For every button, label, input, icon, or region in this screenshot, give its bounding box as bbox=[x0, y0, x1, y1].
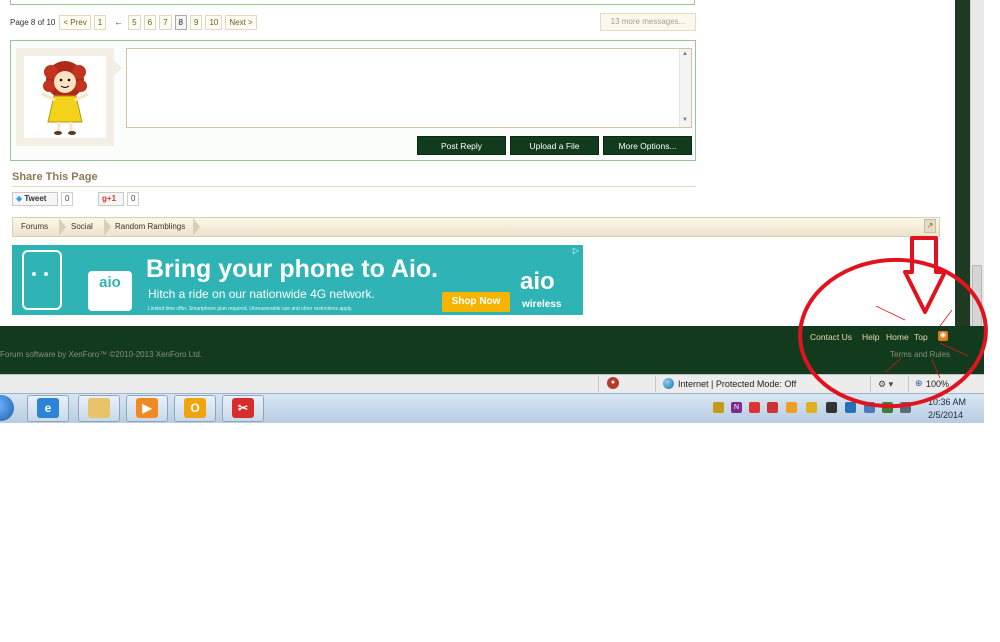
security-zone-label[interactable]: Internet | Protected Mode: Off bbox=[678, 379, 796, 389]
post-reply-button[interactable]: Post Reply bbox=[417, 136, 506, 155]
ad-brand-logo: aio bbox=[520, 268, 555, 295]
avatar[interactable] bbox=[24, 56, 106, 138]
tray-app-icon[interactable] bbox=[767, 402, 778, 413]
folder-icon bbox=[88, 398, 110, 418]
breadcrumb-random-ramblings[interactable]: Random Ramblings bbox=[107, 218, 185, 236]
volume-icon[interactable] bbox=[900, 402, 911, 413]
copyright-text: Forum software by XenForo™ ©2010-2013 Xe… bbox=[0, 350, 202, 359]
status-separator bbox=[598, 376, 599, 392]
tray-app-icon[interactable] bbox=[786, 402, 797, 413]
phone-illustration-icon bbox=[22, 250, 62, 310]
tweet-button[interactable]: ◆ Tweet bbox=[12, 192, 58, 206]
tray-app-icon[interactable] bbox=[864, 402, 875, 413]
reply-textarea[interactable] bbox=[126, 48, 692, 128]
jump-to-icon[interactable]: ↗ bbox=[924, 219, 936, 233]
google-plus-count: 0 bbox=[127, 192, 140, 206]
internet-explorer-icon: e bbox=[37, 398, 59, 418]
footer-link-help[interactable]: Help bbox=[862, 332, 879, 342]
tweet-label: Tweet bbox=[24, 194, 47, 203]
more-options-button[interactable]: More Options... bbox=[603, 136, 692, 155]
footer-link-top[interactable]: Top bbox=[914, 332, 928, 342]
ad-brand-sub: wireless bbox=[522, 299, 562, 310]
tray-app-icon[interactable] bbox=[749, 402, 760, 413]
ad-fine-print: Limited time offer. Smartphone plan requ… bbox=[148, 306, 353, 312]
tray-app-icon[interactable] bbox=[826, 402, 837, 413]
share-title: Share This Page bbox=[12, 171, 98, 183]
tweet-count: 0 bbox=[61, 192, 74, 206]
status-separator bbox=[870, 376, 871, 392]
upload-file-button[interactable]: Upload a File bbox=[510, 136, 599, 155]
scrollbar-thumb[interactable] bbox=[972, 265, 982, 327]
ad-subline: Hitch a ride on our nationwide 4G networ… bbox=[148, 287, 375, 301]
clock-time[interactable]: 10:36 AM bbox=[928, 397, 966, 407]
onenote-icon[interactable]: N bbox=[731, 402, 742, 413]
browser-status-bar bbox=[0, 374, 984, 394]
outlook-icon: O bbox=[184, 398, 206, 418]
ad-headline: Bring your phone to Aio. bbox=[146, 255, 439, 283]
prev-page-link[interactable]: < Prev bbox=[59, 14, 91, 30]
scroll-down-icon[interactable]: ▼ bbox=[682, 117, 688, 123]
page-jump-arrow[interactable]: ← bbox=[114, 17, 123, 27]
page-link-first[interactable]: 1 bbox=[93, 14, 107, 30]
google-plus-button[interactable]: g+1 bbox=[98, 192, 124, 206]
zoom-magnifier-icon: ⊕ bbox=[915, 378, 923, 388]
privacy-report-icon[interactable]: ● bbox=[607, 377, 619, 389]
page-link-10[interactable]: 10 bbox=[205, 14, 223, 30]
network-icon[interactable] bbox=[882, 402, 893, 413]
more-messages-button[interactable]: 13 more messages... bbox=[600, 13, 696, 31]
snipping-tool-icon: ✂ bbox=[232, 398, 254, 418]
zoom-level[interactable]: 100% bbox=[926, 379, 949, 389]
page-link-5[interactable]: 5 bbox=[128, 14, 141, 30]
share-divider bbox=[12, 186, 696, 187]
footer-link-contact-us[interactable]: Contact Us bbox=[810, 332, 852, 342]
page-link-6[interactable]: 6 bbox=[143, 14, 157, 30]
breadcrumb-social[interactable]: Social bbox=[63, 218, 93, 236]
twitter-bird-icon: ◆ bbox=[16, 194, 23, 203]
breadcrumb-forums[interactable]: Forums bbox=[13, 218, 48, 236]
breadcrumb: Forums Social Random Ramblings bbox=[12, 217, 940, 237]
page-label: Page 8 of 10 bbox=[10, 17, 56, 27]
internet-globe-icon bbox=[663, 378, 674, 389]
ad-choices-icon[interactable]: ▷ bbox=[570, 246, 582, 256]
media-player-icon: ▶ bbox=[136, 398, 158, 418]
page-link-current: 8 bbox=[174, 14, 187, 30]
tray-shield-icon[interactable] bbox=[713, 402, 724, 413]
aio-logo-text: aio bbox=[99, 274, 121, 291]
protected-mode-icon[interactable]: ⚙ ▾ bbox=[878, 379, 893, 390]
previous-post-edge bbox=[10, 0, 695, 5]
page-border-right bbox=[955, 0, 970, 330]
breadcrumb-separator bbox=[193, 218, 200, 236]
rss-icon[interactable]: ◉ bbox=[938, 331, 948, 341]
google-plus-label: +1 bbox=[106, 194, 117, 203]
terms-and-rules-link[interactable]: Terms and Rules bbox=[890, 350, 950, 359]
page-navigation: Page 8 of 10 < Prev 1 ← 5 6 7 8 9 10 Nex… bbox=[10, 13, 260, 31]
status-separator bbox=[908, 376, 909, 392]
tray-app-icon[interactable] bbox=[845, 402, 856, 413]
status-separator bbox=[655, 376, 656, 392]
page-link-7[interactable]: 7 bbox=[159, 14, 172, 30]
clock-date[interactable]: 2/5/2014 bbox=[928, 410, 963, 420]
avatar-pointer bbox=[114, 60, 122, 76]
tray-app-icon[interactable] bbox=[806, 402, 817, 413]
avatar-cartoon-girl-icon bbox=[41, 61, 89, 135]
footer-link-home[interactable]: Home bbox=[886, 332, 909, 342]
shop-now-button[interactable]: Shop Now bbox=[442, 292, 510, 312]
page-link-9[interactable]: 9 bbox=[189, 14, 203, 30]
next-page-link[interactable]: Next > bbox=[225, 14, 257, 30]
scroll-up-icon[interactable]: ▲ bbox=[682, 51, 688, 57]
editor-scrollbar[interactable] bbox=[679, 49, 691, 127]
